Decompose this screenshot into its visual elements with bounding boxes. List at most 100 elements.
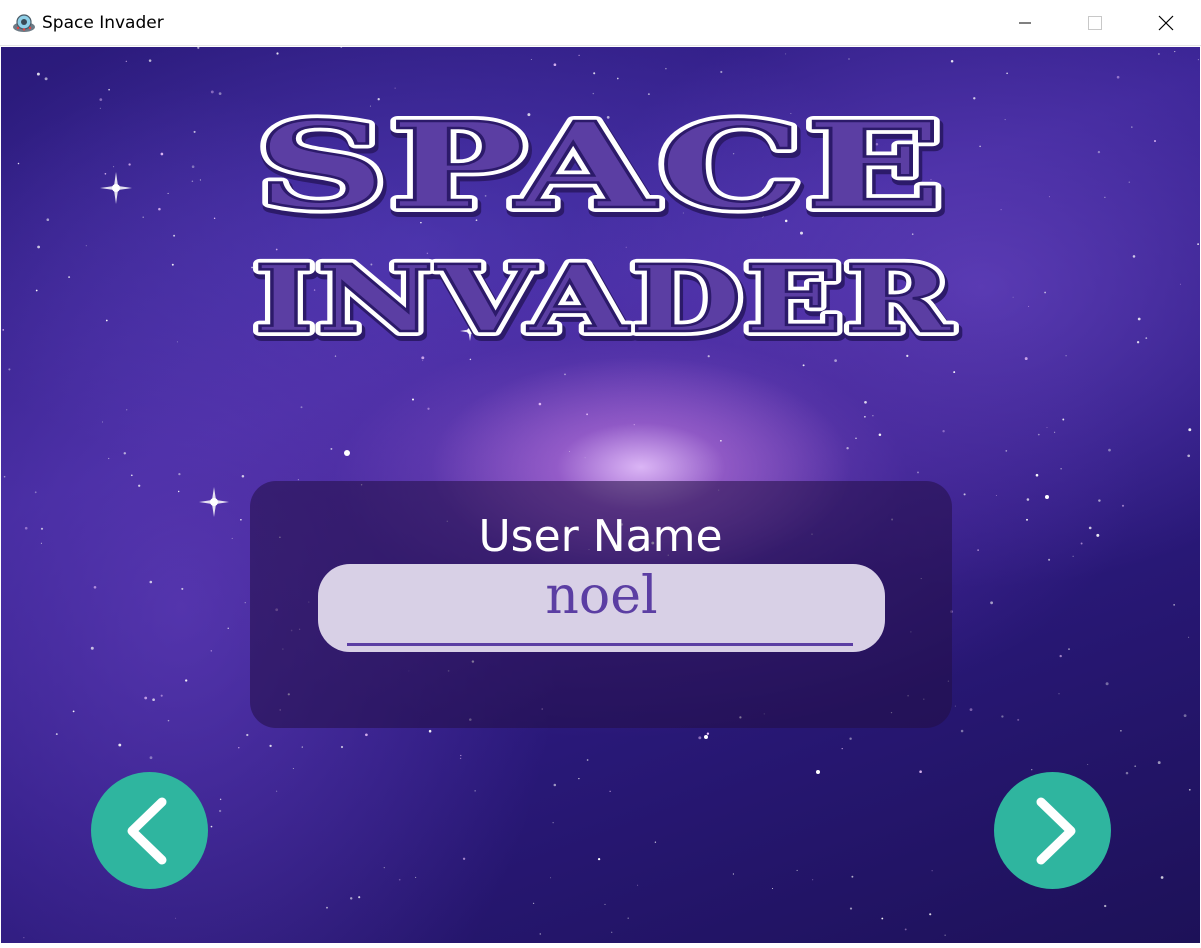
star — [553, 63, 557, 67]
star — [218, 92, 222, 95]
star — [1132, 255, 1136, 258]
star — [210, 90, 214, 94]
star — [421, 356, 425, 360]
star — [1097, 150, 1101, 154]
star — [276, 790, 278, 792]
star — [93, 585, 97, 589]
logo-line2: INVADER — [254, 245, 954, 347]
star — [906, 354, 909, 357]
star — [1145, 337, 1148, 339]
star — [1188, 636, 1190, 638]
star — [1000, 209, 1002, 211]
star — [1028, 305, 1030, 307]
star — [931, 870, 933, 872]
star — [68, 276, 71, 279]
star — [398, 878, 401, 881]
star — [210, 825, 213, 828]
star — [55, 733, 58, 736]
star — [422, 360, 424, 362]
star — [848, 58, 850, 60]
chevron-right-icon — [1036, 797, 1075, 864]
star — [171, 263, 174, 266]
game-screen: SPACE SPACE SPACE INVADER INVADER INVADE… — [1, 47, 1200, 943]
game-logo: SPACE SPACE SPACE INVADER INVADER INVADE… — [249, 91, 960, 347]
maximize-button[interactable] — [1060, 0, 1130, 46]
star — [128, 163, 131, 166]
star — [213, 217, 216, 220]
star — [72, 710, 75, 713]
star — [1087, 764, 1089, 765]
star — [1173, 604, 1175, 606]
star — [99, 98, 103, 101]
star — [46, 218, 50, 222]
username-input[interactable]: noel — [318, 564, 885, 652]
star — [415, 876, 417, 878]
star — [178, 472, 181, 476]
star — [101, 421, 103, 423]
star — [864, 415, 866, 418]
star — [1024, 357, 1028, 361]
star — [123, 452, 127, 455]
logo-line1: SPACE — [256, 96, 946, 235]
next-button[interactable] — [994, 772, 1111, 889]
star — [2, 329, 4, 331]
star — [720, 439, 722, 442]
star — [358, 896, 361, 899]
star — [142, 216, 144, 218]
star — [138, 484, 141, 487]
star — [330, 447, 333, 450]
star — [851, 875, 854, 878]
star — [665, 67, 667, 70]
star — [241, 475, 245, 478]
star — [411, 398, 415, 401]
star — [953, 371, 956, 374]
star — [539, 933, 541, 935]
star — [197, 47, 200, 49]
star — [1131, 126, 1133, 128]
star — [584, 457, 586, 459]
star — [90, 646, 94, 650]
star — [919, 770, 922, 774]
star — [126, 409, 128, 411]
star — [1134, 765, 1137, 768]
star — [553, 783, 557, 787]
star — [1017, 718, 1020, 721]
star — [530, 59, 532, 60]
star — [960, 729, 964, 733]
star — [148, 59, 152, 62]
star — [950, 59, 954, 63]
star — [173, 234, 176, 237]
star — [611, 931, 613, 933]
star — [1188, 788, 1191, 791]
star — [1048, 196, 1050, 198]
ufo-icon — [13, 14, 35, 32]
star — [175, 917, 177, 919]
star — [269, 744, 272, 748]
star — [1098, 499, 1101, 502]
star — [104, 172, 107, 175]
star — [654, 841, 657, 843]
star — [130, 474, 133, 477]
star — [1179, 283, 1181, 285]
star — [942, 430, 945, 433]
star — [428, 729, 432, 733]
star — [34, 491, 37, 494]
star — [37, 245, 40, 249]
star — [597, 857, 601, 861]
username-underline — [347, 643, 853, 646]
minimize-button[interactable] — [990, 0, 1060, 46]
star — [929, 913, 932, 916]
back-button[interactable] — [91, 772, 208, 889]
star — [219, 798, 222, 801]
star — [125, 60, 127, 62]
star — [1108, 448, 1111, 452]
star — [1031, 769, 1033, 771]
star — [300, 406, 303, 409]
star — [569, 451, 570, 452]
star — [340, 47, 343, 48]
star — [276, 52, 279, 55]
star — [578, 54, 580, 56]
star — [1062, 418, 1065, 421]
star — [802, 364, 805, 367]
close-button[interactable] — [1131, 0, 1201, 46]
